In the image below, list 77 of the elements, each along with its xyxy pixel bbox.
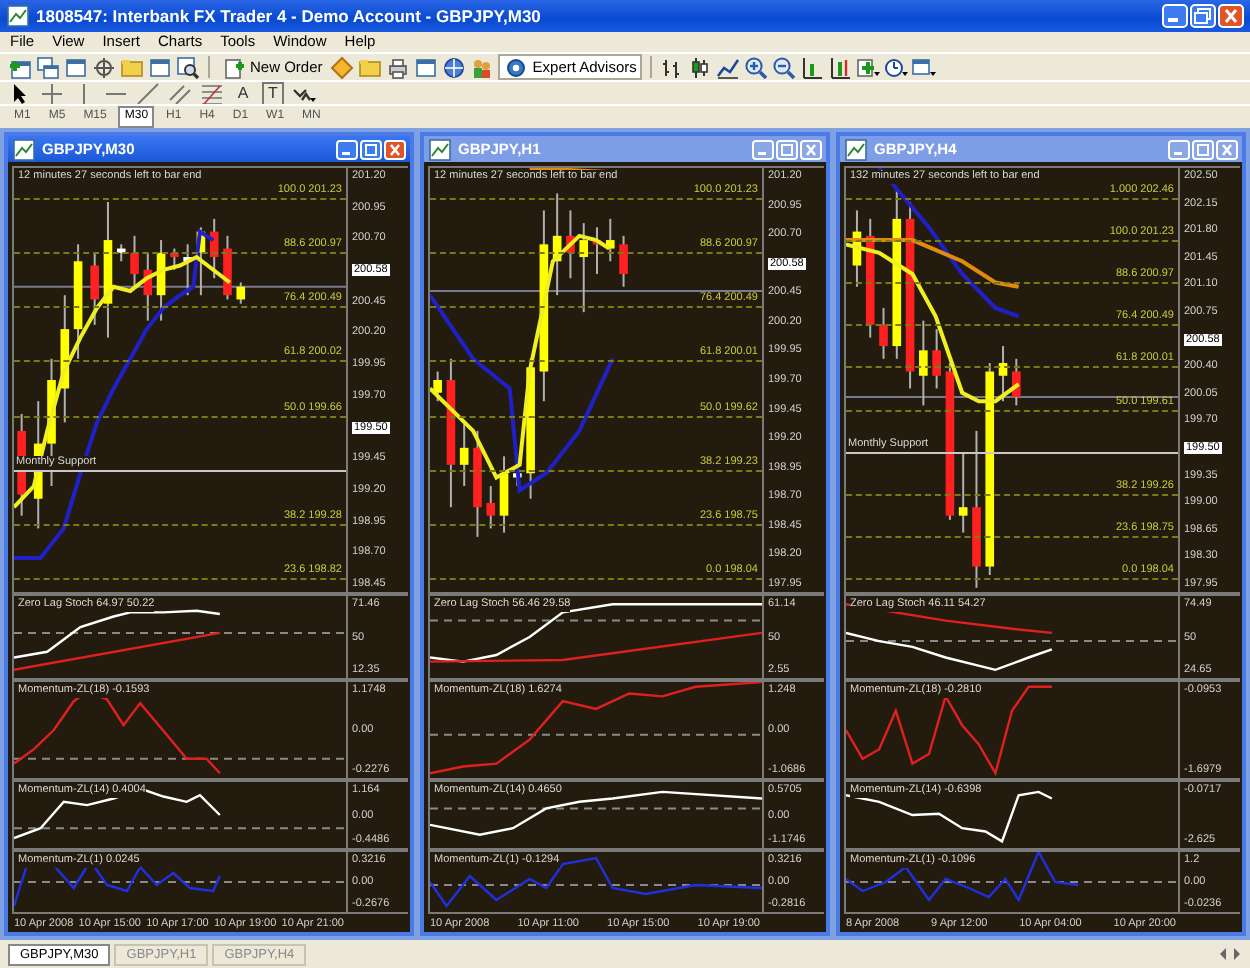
minimize-button[interactable] bbox=[1168, 139, 1190, 159]
cursor-icon[interactable] bbox=[8, 81, 32, 105]
candle bbox=[223, 234, 232, 301]
diamond-icon[interactable] bbox=[330, 55, 355, 79]
maximize-button[interactable] bbox=[360, 139, 382, 159]
candle bbox=[919, 319, 928, 407]
chart-shift-icon[interactable] bbox=[800, 55, 825, 79]
app-icon bbox=[6, 4, 30, 28]
candle bbox=[156, 239, 166, 322]
people-icon[interactable] bbox=[470, 55, 495, 79]
candle bbox=[433, 370, 442, 403]
candle bbox=[605, 217, 615, 263]
chart-icon bbox=[12, 137, 36, 161]
line-chart-icon[interactable] bbox=[716, 55, 741, 79]
crosshair-icon[interactable] bbox=[92, 55, 116, 79]
minimize-button[interactable] bbox=[1162, 4, 1188, 28]
text-tool[interactable]: A bbox=[232, 83, 254, 103]
candle bbox=[459, 421, 469, 487]
windows-icon[interactable] bbox=[36, 55, 60, 79]
fibonacci-icon[interactable] bbox=[200, 81, 224, 105]
candle bbox=[499, 455, 509, 534]
close-button[interactable] bbox=[1218, 4, 1244, 28]
zoom-out-icon[interactable] bbox=[772, 55, 797, 79]
close-button[interactable] bbox=[384, 139, 406, 159]
trend-line-icon[interactable] bbox=[136, 81, 160, 105]
candle bbox=[552, 192, 562, 297]
candle bbox=[879, 306, 888, 360]
minimize-button[interactable] bbox=[752, 139, 774, 159]
globe-icon[interactable] bbox=[442, 55, 467, 79]
candle bbox=[90, 251, 99, 326]
candle bbox=[619, 234, 628, 288]
plus-icon[interactable] bbox=[856, 55, 881, 79]
magnifier-icon[interactable] bbox=[176, 55, 200, 79]
chart-icon bbox=[428, 137, 452, 161]
maximize-button[interactable] bbox=[776, 139, 798, 159]
channel-icon[interactable] bbox=[168, 81, 192, 105]
candle bbox=[116, 243, 126, 263]
candle bbox=[236, 281, 246, 305]
candle bbox=[103, 200, 113, 339]
clock-icon[interactable] bbox=[884, 55, 909, 79]
candle bbox=[73, 243, 83, 360]
candle bbox=[998, 345, 1008, 403]
scroll-arrows-icon[interactable] bbox=[1218, 942, 1242, 966]
close-button[interactable] bbox=[800, 139, 822, 159]
window-plus-icon[interactable] bbox=[8, 55, 32, 79]
maximize-button[interactable] bbox=[1192, 139, 1214, 159]
candle bbox=[852, 209, 862, 288]
window-title: 1808547: Interbank FX Trader 4 - Demo Account - GBPJPY,M30 bbox=[36, 6, 541, 26]
close-button[interactable] bbox=[1216, 139, 1238, 159]
candle bbox=[473, 429, 482, 538]
candle bbox=[592, 226, 602, 275]
text-label-tool[interactable]: T bbox=[262, 81, 284, 105]
candle bbox=[958, 451, 968, 534]
printer-icon[interactable] bbox=[386, 55, 411, 79]
window-icon[interactable] bbox=[912, 55, 937, 79]
candle bbox=[579, 222, 589, 314]
zoom-in-icon[interactable] bbox=[744, 55, 769, 79]
minimize-button[interactable] bbox=[336, 139, 358, 159]
candlestick-icon[interactable] bbox=[688, 55, 713, 79]
chart-icon bbox=[844, 137, 868, 161]
crosshair-icon[interactable] bbox=[40, 81, 64, 105]
candle bbox=[486, 485, 496, 530]
candle bbox=[566, 209, 575, 280]
restore-button[interactable] bbox=[1190, 4, 1216, 28]
candle bbox=[183, 243, 192, 297]
window-icon[interactable] bbox=[148, 55, 172, 79]
candle bbox=[865, 217, 875, 339]
candle bbox=[1012, 357, 1021, 407]
window-icon[interactable] bbox=[64, 55, 88, 79]
candle bbox=[170, 247, 179, 271]
candle bbox=[209, 217, 219, 280]
candle bbox=[143, 251, 153, 322]
window-icon[interactable] bbox=[414, 55, 439, 79]
candle bbox=[932, 328, 941, 390]
auto-scroll-icon[interactable] bbox=[828, 55, 853, 79]
candle bbox=[130, 234, 139, 288]
candle bbox=[196, 226, 206, 297]
